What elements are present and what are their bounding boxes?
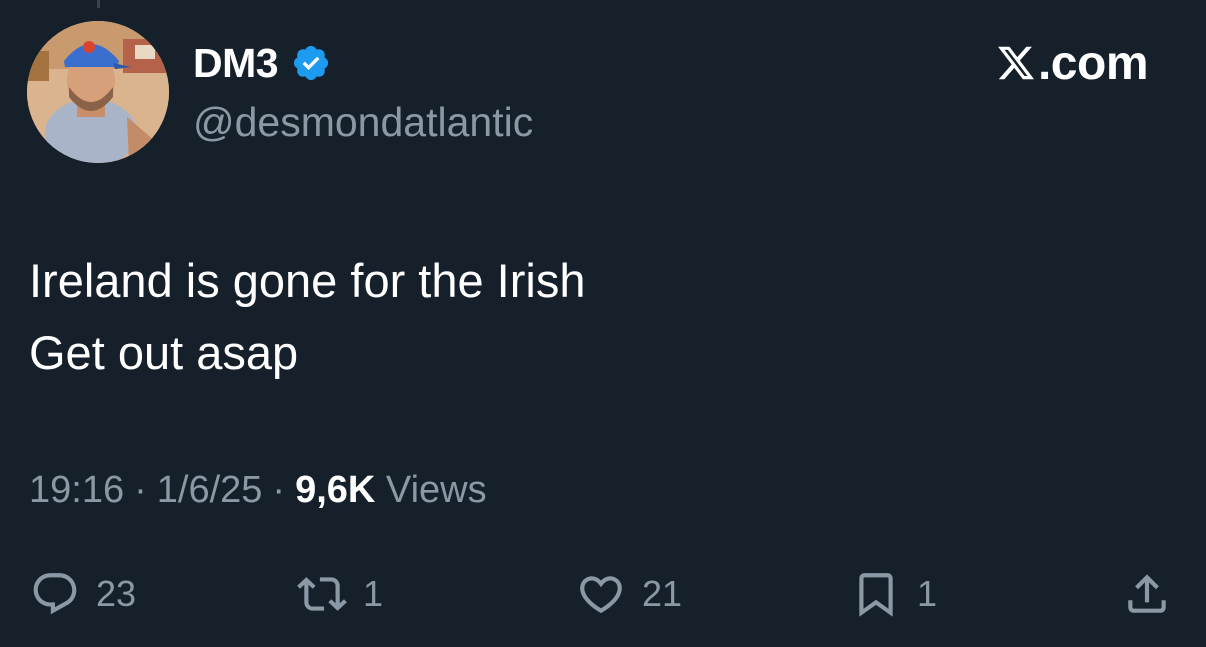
verified-badge-icon (291, 43, 331, 83)
reply-icon (30, 569, 80, 619)
author-handle[interactable]: @desmondatlantic (193, 98, 533, 146)
tweet-time[interactable]: 19:16 (29, 469, 124, 511)
share-button[interactable] (1122, 566, 1172, 622)
avatar[interactable] (27, 21, 169, 163)
reply-button[interactable]: 23 (30, 566, 136, 622)
bookmark-button[interactable]: 1 (851, 566, 937, 622)
retweet-count: 1 (363, 573, 384, 614)
meta-separator: · (272, 469, 286, 511)
meta-separator: · (134, 469, 147, 511)
bookmark-count: 1 (917, 573, 938, 614)
views-label: Views (385, 469, 487, 511)
author-display-name[interactable]: DM3 (193, 40, 279, 87)
retweet-icon (297, 569, 347, 619)
brand-watermark: .com (996, 34, 1149, 92)
retweet-button[interactable]: 1 (297, 566, 383, 622)
tweet-text-line: Ireland is gone for the Irish (29, 254, 586, 307)
tweet-date[interactable]: 1/6/25 (157, 469, 263, 511)
thread-connector-line (97, 0, 100, 8)
brand-text: .com (1037, 36, 1149, 90)
avatar-photo (27, 21, 169, 163)
heart-icon (576, 569, 626, 619)
tweet-text-line: Get out asap (29, 326, 299, 379)
tweet-meta: 19:16 · 1/6/25 · 9,6K Views (29, 465, 487, 515)
author-name-row[interactable]: DM3 (193, 38, 331, 88)
share-icon (1122, 569, 1172, 619)
views-count: 9,6K (295, 469, 376, 511)
reply-count: 23 (96, 573, 137, 614)
bookmark-icon (851, 569, 901, 619)
like-button[interactable]: 21 (576, 566, 682, 622)
tweet-text: Ireland is gone for the Irish Get out as… (29, 245, 585, 389)
x-logo-icon (996, 43, 1036, 83)
like-count: 21 (642, 573, 683, 614)
